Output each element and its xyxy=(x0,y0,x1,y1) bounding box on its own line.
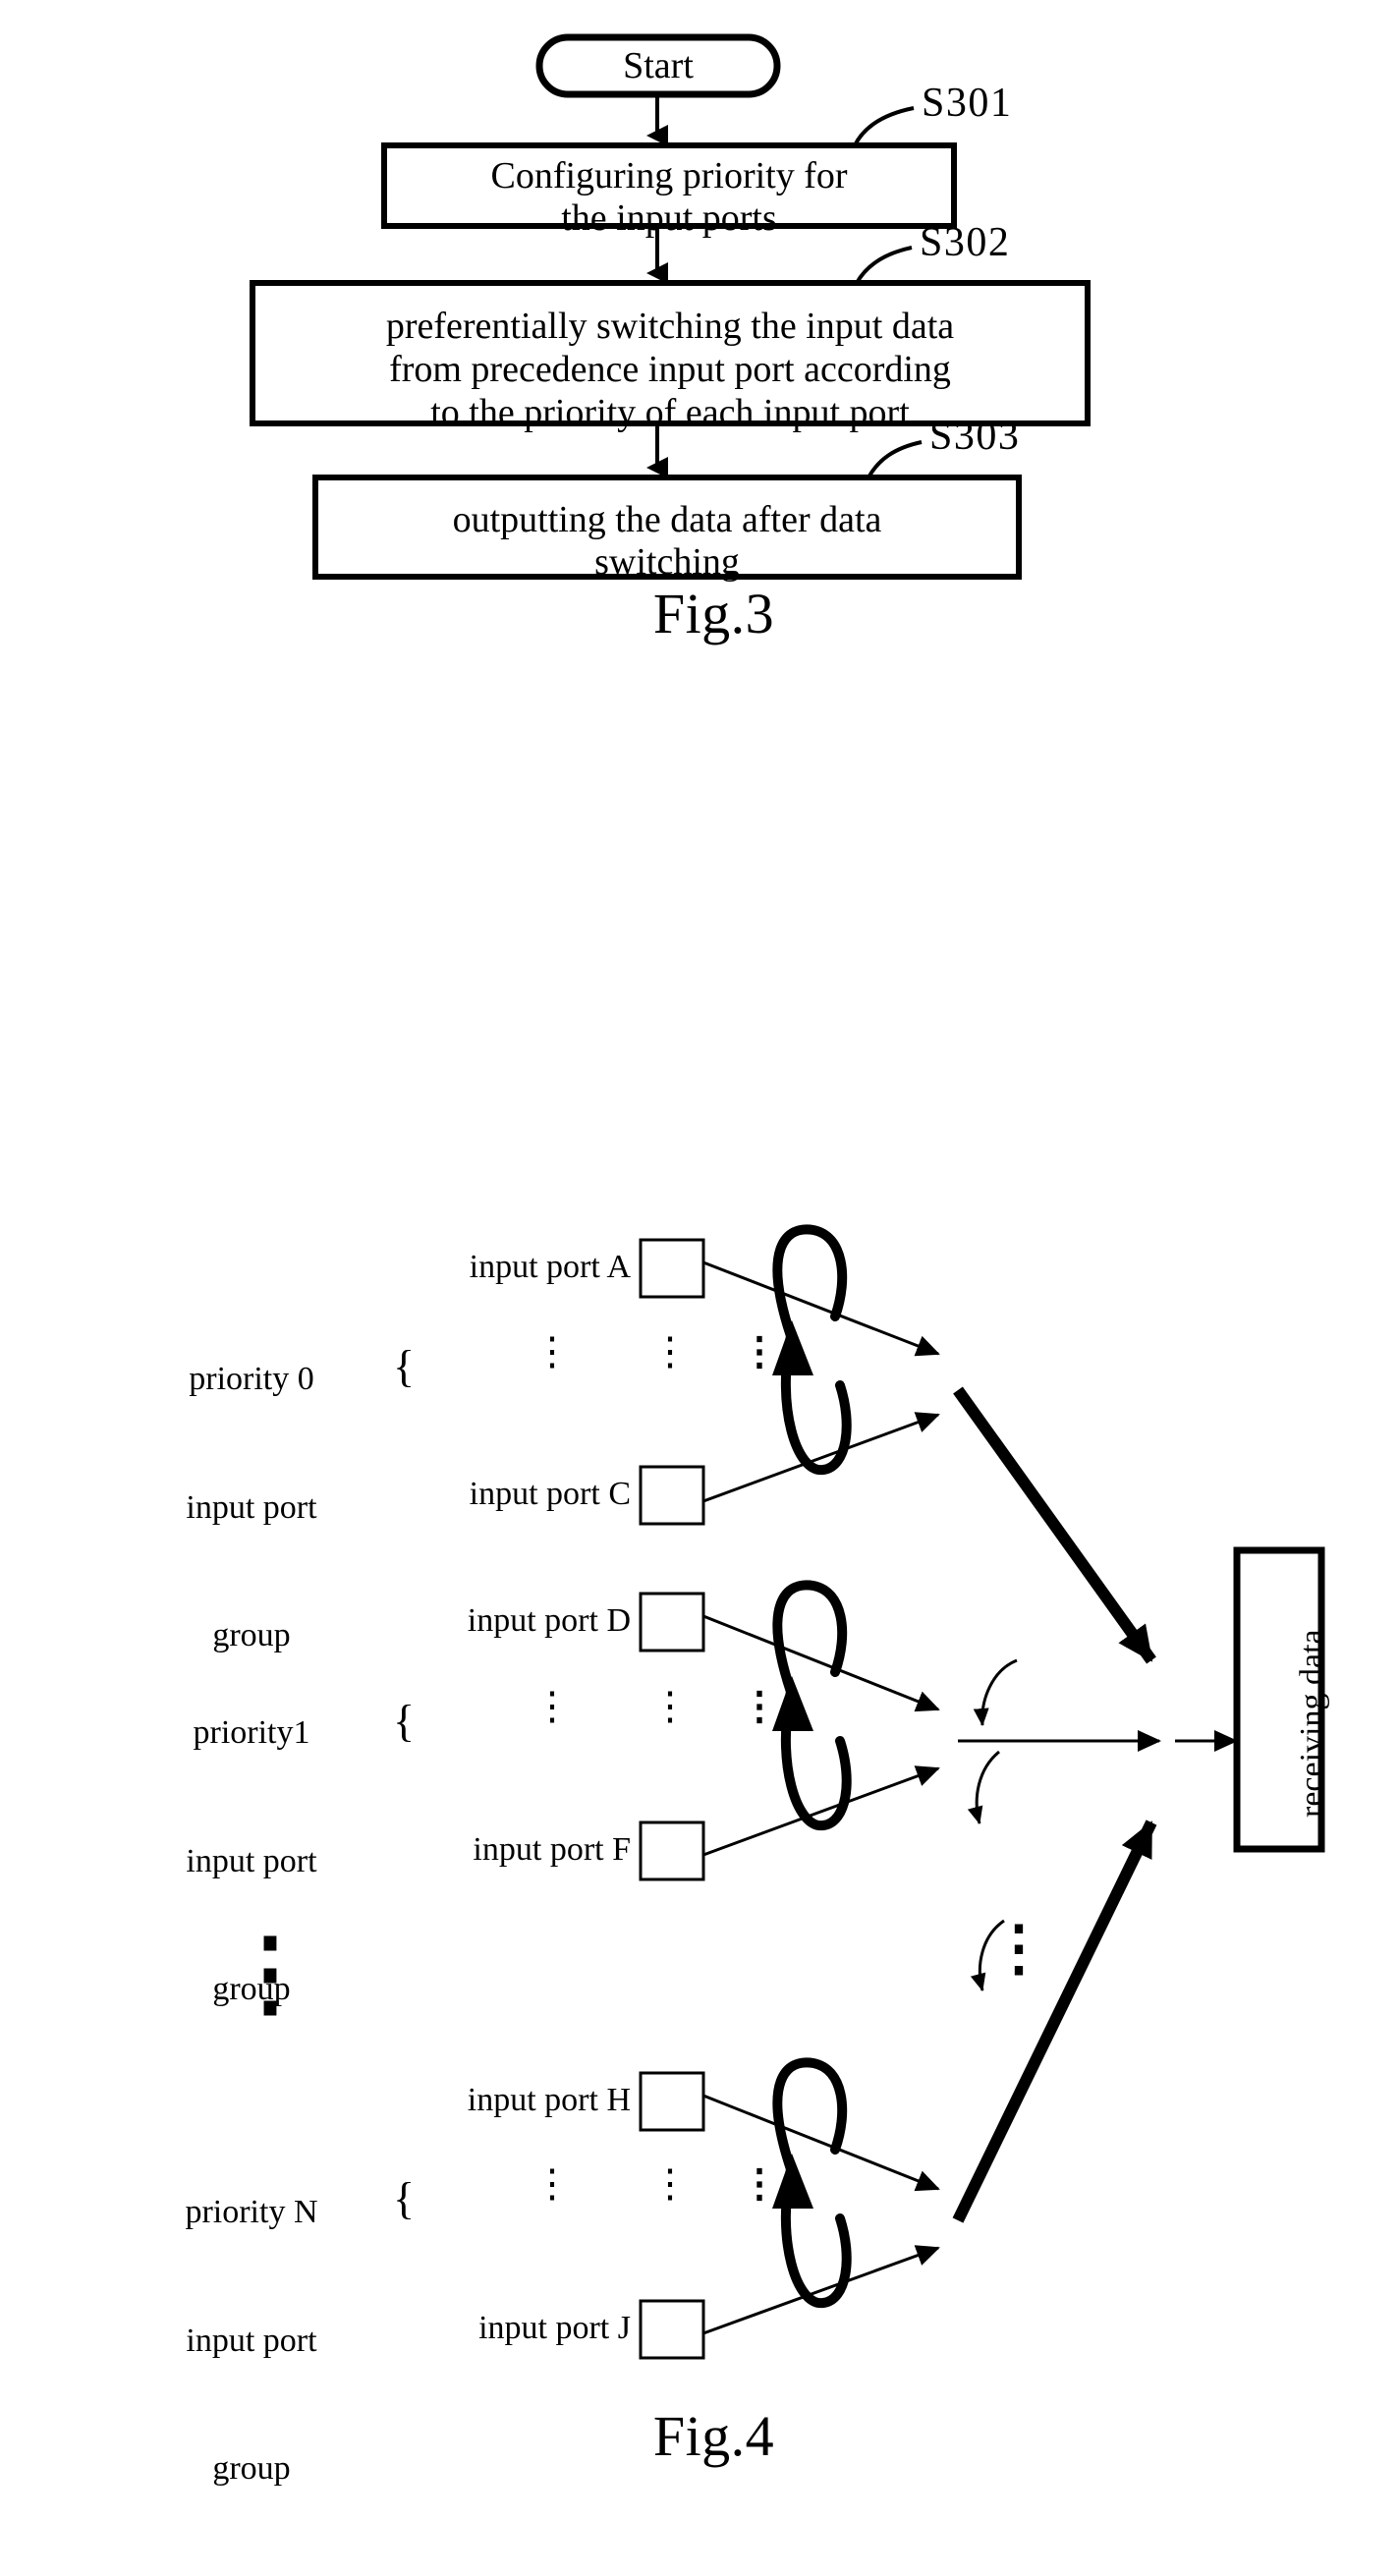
fig4-ellipsis-groupN-col3: ⋮ xyxy=(740,2161,779,2206)
fig4-thick-arrow-group0-to-hub xyxy=(953,1386,1156,1664)
fig4-port-box-A xyxy=(639,1238,705,1299)
fig4-arrow-portD-to-collector xyxy=(702,1614,940,1712)
fig4-hub-ellipsis-glyph: ⋮ xyxy=(988,1915,1049,1983)
fig4-group-label-priority0-line2: input port xyxy=(186,1488,317,1526)
fig4-loop-groupN xyxy=(772,2057,848,2174)
fig4-loop-group0 xyxy=(772,1224,848,1341)
fig3-leader-s303 xyxy=(867,440,923,478)
fig4-ellipsis-group0-col2: ⋮ xyxy=(650,1329,690,1373)
fig4-ellipsis-group1-col2: ⋮ xyxy=(650,1684,690,1728)
fig4-ellipsis-group0-col3: ⋮ xyxy=(740,1329,779,1373)
fig4-brace-group0: { xyxy=(393,1341,416,1391)
fig3-leader-s301 xyxy=(853,106,915,146)
fig3-leader-s302 xyxy=(855,246,913,285)
fig4-thick-arrow-groupN-to-hub xyxy=(952,1820,1157,2223)
fig4-port-box-C xyxy=(639,1465,705,1526)
fig4-loop-group1 xyxy=(772,1580,848,1697)
fig3-step-ref-s301: S301 xyxy=(922,81,1013,126)
fig4-brace-group1: { xyxy=(393,1696,416,1746)
fig4-port-box-D xyxy=(639,1592,705,1652)
fig3-step-ref-s302: S302 xyxy=(920,220,1011,265)
fig4-hub-ellipsis: ⋮ xyxy=(988,1855,1049,2044)
patent-figure-sheet: Start S301 Configuring priority for the … xyxy=(0,0,1400,2522)
fig4-ellipsis-groupN-col2: ⋮ xyxy=(650,2161,690,2206)
fig4-group-gap-ellipsis: ⋮ xyxy=(223,1827,317,2120)
fig4-arrow-portJ-to-collector xyxy=(702,2245,940,2335)
fig4-port-label-J: input port J xyxy=(478,2310,631,2346)
fig3-caption: Fig.3 xyxy=(652,582,775,645)
fig4-ellipsis-group1-col1: ⋮ xyxy=(532,1684,572,1728)
fig3-step-text-s301-line2: the input ports xyxy=(561,197,777,239)
fig4-arrow-portA-to-collector xyxy=(702,1260,940,1357)
fig4-brace-groupN: { xyxy=(393,2173,416,2223)
fig4-port-label-D: input port D xyxy=(467,1602,631,1639)
fig4-arrow-portH-to-collector xyxy=(702,2094,940,2192)
fig4-caption: Fig.4 xyxy=(652,2404,775,2468)
fig4-port-label-C: input port C xyxy=(469,1476,631,1512)
fig4-port-label-H: input port H xyxy=(467,2082,631,2118)
fig4-port-label-A: input port A xyxy=(469,1249,631,1285)
fig4-ellipsis-group1-col3: ⋮ xyxy=(740,1684,779,1728)
fig4-priority-transition-arrow-2 xyxy=(967,1750,1000,1824)
fig4-group-label-priorityN-line1: priority N xyxy=(185,2194,318,2231)
fig4-arrow-portF-to-collector xyxy=(702,1765,940,1857)
fig3-start-label: Start xyxy=(623,45,694,86)
fig4-receiving-data-label: receiving data xyxy=(1294,1629,1330,1818)
fig4-port-label-F: input port F xyxy=(473,1831,631,1868)
fig3-step-ref-s303: S303 xyxy=(929,414,1021,459)
fig4-group-label-priority1-line1: priority1 xyxy=(193,1714,310,1752)
fig4-group-gap-ellipsis-glyph: ⋮ xyxy=(223,1921,317,2027)
fig4-group-label-priority0-line1: priority 0 xyxy=(189,1361,314,1398)
fig4-ellipsis-groupN-col1: ⋮ xyxy=(532,2161,572,2206)
fig4-ellipsis-group0-col1: ⋮ xyxy=(532,1329,572,1373)
fig4-arrow-portC-to-collector xyxy=(702,1412,940,1503)
fig4-port-box-F xyxy=(639,1820,705,1881)
fig4-priority-transition-arrow-1 xyxy=(973,1658,1018,1726)
fig4-port-box-J xyxy=(639,2299,705,2360)
fig4-group-label-priorityN-line2: input port xyxy=(186,2322,317,2359)
fig4-port-box-H xyxy=(639,2071,705,2132)
fig4-group-label-priorityN: priority N input port group xyxy=(124,2105,379,2576)
